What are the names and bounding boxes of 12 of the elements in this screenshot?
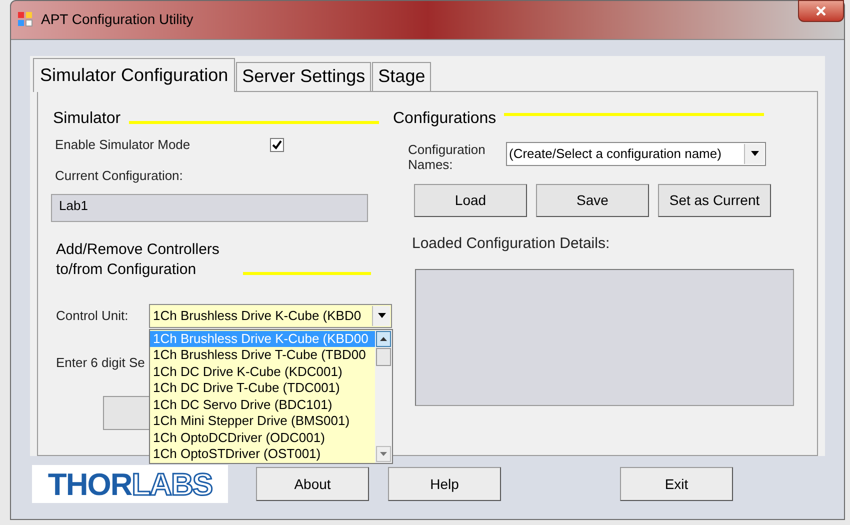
logo: THORLABS [32,465,228,503]
section-heading: Add/Remove Controllers to/from Configuration [56,240,220,280]
current-configuration-field: Lab1 [51,194,368,222]
field-label: Control Unit: [56,307,130,326]
field-label: Configuration Names: [408,142,486,172]
section-heading: Simulator [53,108,121,129]
field-label: Loaded Configuration Details: [412,234,611,254]
window-title: APT Configuration Utility [41,12,194,26]
field-label: Current Configuration: [55,167,183,186]
checkbox-label: Enable Simulator Mode [55,136,192,154]
section-heading: Configurations [393,108,496,129]
field-label: Enter 6 digit Se [56,354,145,372]
